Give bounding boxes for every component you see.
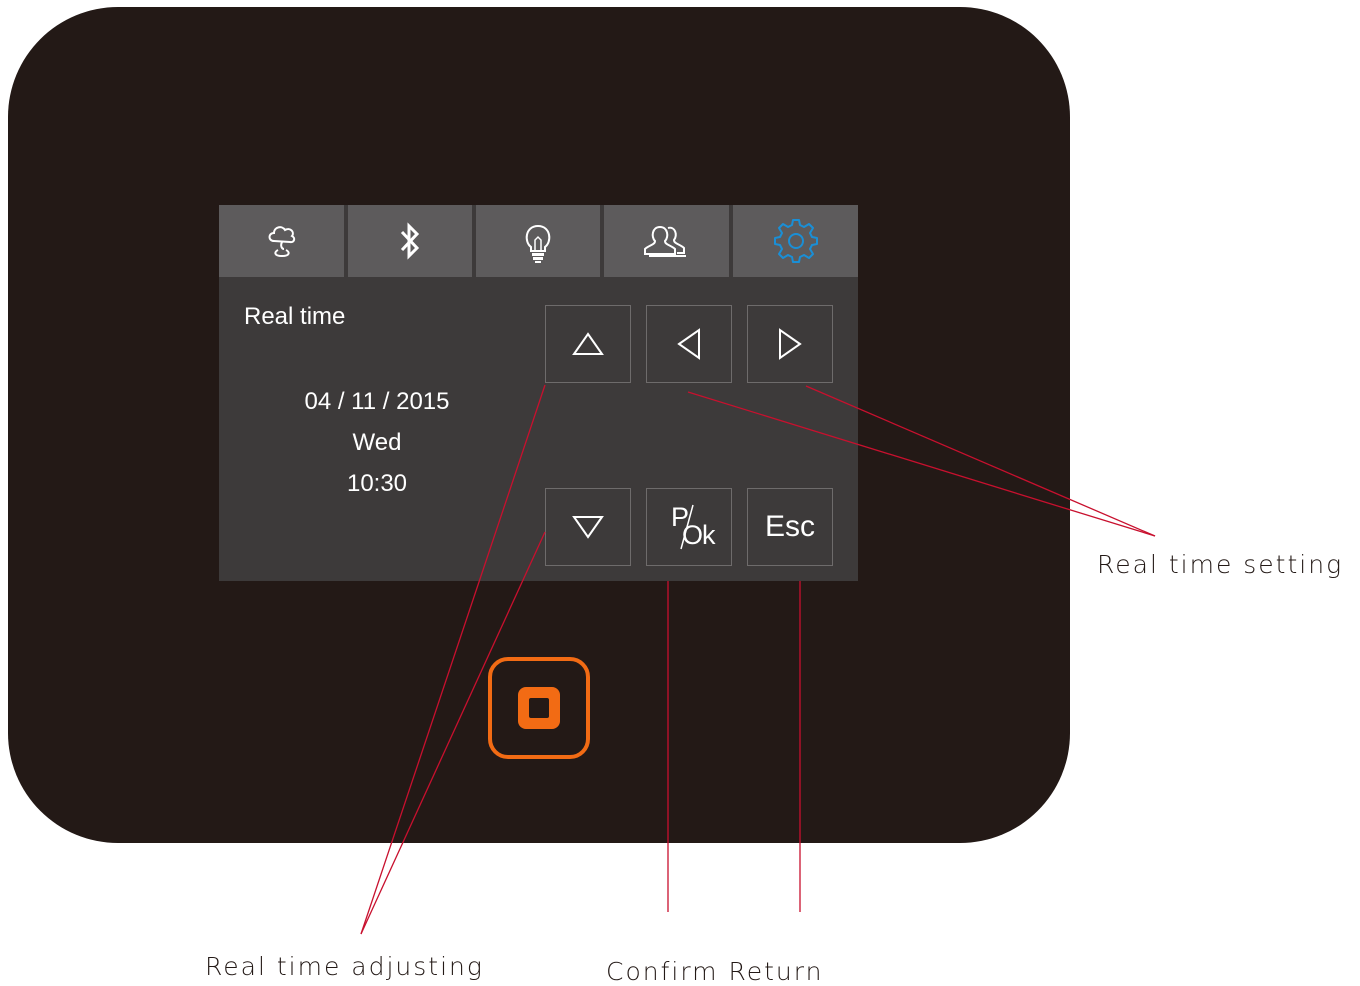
triangle-down-icon [572, 516, 604, 539]
cloud-fountain-icon [268, 226, 295, 258]
caption-confirm-return: Confirm Return [606, 957, 824, 986]
bluetooth-icon [400, 222, 420, 260]
p-ok-bottom: Ok [682, 520, 716, 550]
light-bulb-icon [525, 224, 551, 263]
right-button[interactable] [747, 305, 833, 383]
tab-settings[interactable] [733, 205, 858, 277]
esc-label: Esc [764, 510, 815, 543]
up-button[interactable] [545, 305, 631, 383]
tab-light[interactable] [476, 205, 600, 277]
triangle-up-icon [572, 332, 604, 355]
screen-title: Real time [244, 303, 346, 330]
caption-real-time-adjusting: Real time adjusting [205, 952, 484, 981]
square-stop-icon [518, 687, 560, 729]
triangle-right-icon [779, 328, 802, 360]
left-button[interactable] [646, 305, 732, 383]
esc-button[interactable]: Esc [747, 488, 833, 566]
home-button[interactable] [488, 657, 590, 759]
triangle-left-icon [677, 328, 700, 360]
down-button[interactable] [545, 488, 631, 566]
tab-weather[interactable] [219, 205, 344, 277]
tab-bluetooth[interactable] [348, 205, 472, 277]
users-icon [643, 225, 686, 257]
p-ok-button[interactable]: P Ok [646, 488, 732, 566]
time-value: 10:30 [346, 470, 408, 497]
touch-screen: Real time 04 / 11 / 2015 Wed 10:30 P Ok … [219, 205, 858, 581]
gear-icon [773, 219, 818, 263]
tab-users[interactable] [604, 205, 729, 277]
p-ok-glyph: P Ok [659, 502, 719, 552]
weekday-value: Wed [352, 429, 402, 456]
caption-real-time-setting: Real time setting [1097, 550, 1344, 579]
date-value: 04 / 11 / 2015 [304, 388, 450, 415]
tab-bar [219, 205, 858, 277]
